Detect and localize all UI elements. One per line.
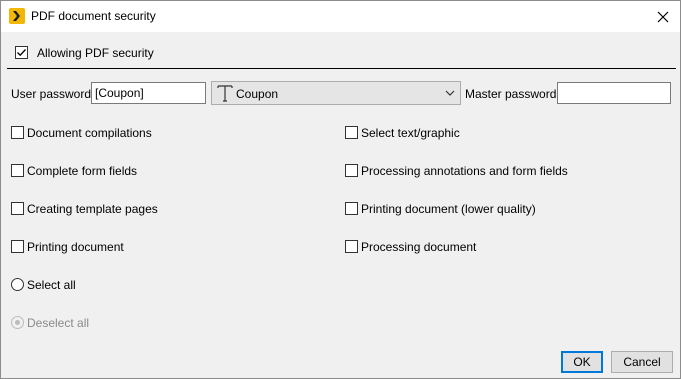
deselect-all-label: Deselect all [27, 316, 90, 330]
pdf-security-dialog: PDF document security Allowing PDF secur… [0, 0, 681, 379]
perm-select-text-graphic-checkbox[interactable] [345, 126, 358, 139]
master-password-label: Master password: [465, 87, 560, 101]
perm-processing-annotations-label: Processing annotations and form fields [361, 164, 568, 178]
perm-printing-document-label: Printing document [27, 240, 124, 254]
allow-security-label: Allowing PDF security [37, 46, 154, 60]
perm-complete-form-fields-checkbox[interactable] [11, 164, 24, 177]
select-all-label: Select all [27, 278, 76, 292]
user-password-label: User password: [11, 87, 95, 101]
separator [7, 68, 676, 69]
chevron-down-icon [445, 90, 455, 96]
field-dropdown[interactable]: Coupon [211, 81, 461, 105]
perm-printing-document-checkbox[interactable] [11, 240, 24, 253]
close-icon [657, 11, 669, 22]
allow-security-checkbox[interactable] [15, 46, 28, 59]
perm-creating-template-pages-label: Creating template pages [27, 202, 158, 216]
app-icon [9, 8, 25, 24]
title-bar: PDF document security [1, 1, 680, 32]
perm-select-text-graphic-label: Select text/graphic [361, 126, 460, 140]
perm-document-compilations-checkbox[interactable] [11, 126, 24, 139]
text-field-icon [217, 85, 233, 102]
field-dropdown-value: Coupon [236, 87, 279, 101]
cancel-button[interactable]: Cancel [611, 351, 673, 373]
perm-processing-annotations-checkbox[interactable] [345, 164, 358, 177]
perm-processing-document-checkbox[interactable] [345, 240, 358, 253]
select-all-radio[interactable] [11, 278, 24, 291]
dialog-content: Allowing PDF security User password: [Co… [1, 32, 680, 378]
perm-document-compilations-label: Document compilations [27, 126, 152, 140]
checkmark-icon [17, 49, 26, 57]
deselect-all-radio[interactable] [11, 316, 24, 329]
perm-printing-lower-quality-label: Printing document (lower quality) [361, 202, 536, 216]
window-title: PDF document security [31, 9, 156, 23]
perm-processing-document-label: Processing document [361, 240, 477, 254]
ok-button[interactable]: OK [561, 351, 603, 373]
perm-printing-lower-quality-checkbox[interactable] [345, 202, 358, 215]
user-password-input[interactable]: [Coupon] [91, 82, 206, 104]
radio-dot [15, 320, 20, 325]
master-password-input[interactable] [557, 82, 671, 104]
perm-creating-template-pages-checkbox[interactable] [11, 202, 24, 215]
close-button[interactable] [646, 1, 680, 32]
perm-complete-form-fields-label: Complete form fields [27, 164, 138, 178]
